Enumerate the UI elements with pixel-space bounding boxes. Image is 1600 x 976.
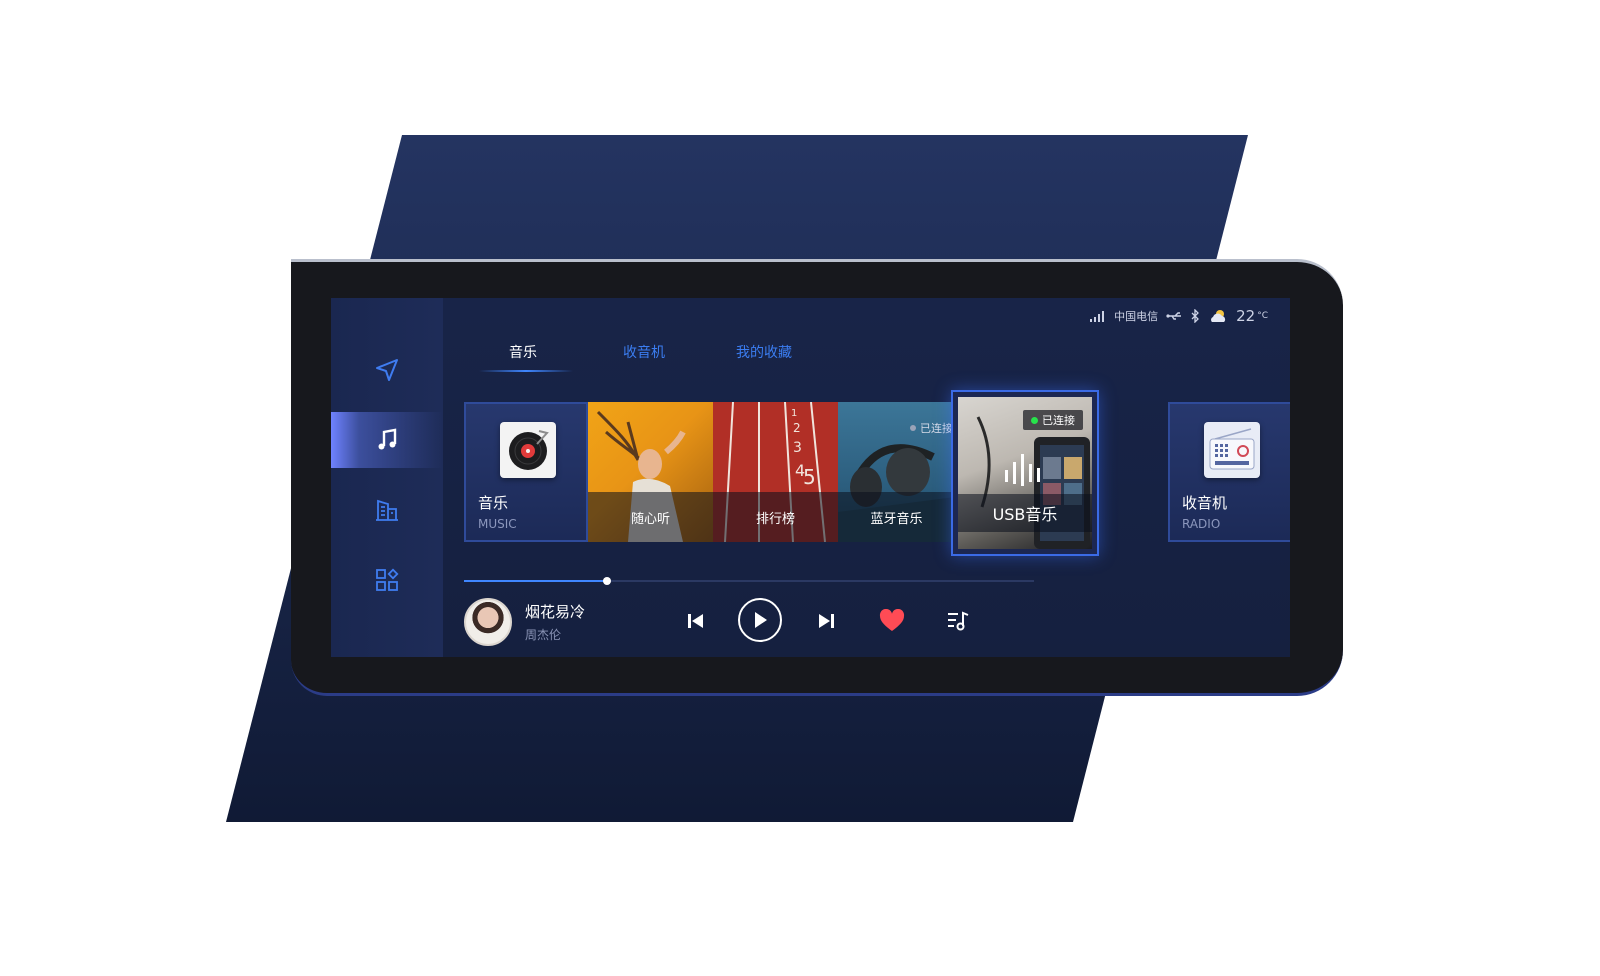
usb-connected-badge: 已连接 xyxy=(1023,410,1083,430)
heart-icon xyxy=(879,609,905,631)
usb-music-card[interactable]: 已连接 USB音乐 xyxy=(951,390,1099,556)
active-tab-indicator xyxy=(479,370,573,372)
music-card-title: 音乐 xyxy=(478,494,509,512)
temperature-value: 22 xyxy=(1236,307,1256,325)
radio-card-title: 收音机 xyxy=(1182,494,1228,512)
artist-name: 周杰伦 xyxy=(525,628,562,642)
usb-music-label: USB音乐 xyxy=(958,494,1092,532)
music-card-subtitle: MUSIC xyxy=(478,517,517,531)
apps-icon xyxy=(376,568,399,591)
usb-icon xyxy=(1166,312,1182,320)
radio-card[interactable]: 收音机 RADIO xyxy=(1168,402,1290,542)
audio-bars-icon xyxy=(1005,454,1040,486)
navigation-icon xyxy=(376,359,398,381)
status-dot-icon xyxy=(1031,416,1038,424)
playback-progress-bar[interactable] xyxy=(464,577,1034,585)
previous-track-button[interactable] xyxy=(683,608,709,634)
sidebar xyxy=(331,298,443,657)
favorite-button[interactable] xyxy=(878,607,906,635)
chart-card[interactable]: 1 2 3 4 5 排行榜 xyxy=(713,402,838,542)
signal-icon xyxy=(1090,311,1105,322)
music-card[interactable]: 音乐 MUSIC xyxy=(464,402,588,542)
previous-track-icon xyxy=(688,614,703,628)
bluetooth-icon xyxy=(1191,309,1200,323)
status-dot-icon xyxy=(910,425,916,431)
artist-avatar[interactable] xyxy=(464,598,512,646)
vinyl-record-icon xyxy=(500,422,556,478)
sidebar-item-navigation[interactable] xyxy=(331,342,443,398)
play-icon xyxy=(755,612,767,628)
music-note-icon xyxy=(378,428,397,450)
next-track-button[interactable] xyxy=(813,608,839,634)
svg-text:3: 3 xyxy=(793,440,802,456)
tab-music[interactable]: 音乐 xyxy=(509,342,537,362)
playlist-button[interactable] xyxy=(944,608,972,634)
tab-radio[interactable]: 收音机 xyxy=(623,342,665,362)
tab-favorites[interactable]: 我的收藏 xyxy=(736,342,792,362)
temperature-unit: °C xyxy=(1257,311,1268,321)
playlist-icon xyxy=(948,611,969,631)
bluetooth-connected-badge: 已连接 xyxy=(910,420,953,436)
sidebar-item-buildings[interactable] xyxy=(331,482,443,538)
building-icon xyxy=(376,499,398,521)
bluetooth-badge-text: 已连接 xyxy=(920,422,953,435)
radio-card-subtitle: RADIO xyxy=(1182,517,1221,531)
song-title: 烟花易冷 xyxy=(525,603,586,621)
radio-icon xyxy=(1204,422,1260,478)
next-track-icon xyxy=(819,614,834,628)
svg-text:2: 2 xyxy=(793,421,801,435)
random-listen-label: 随心听 xyxy=(588,492,713,542)
bluetooth-music-card[interactable]: 已连接 蓝牙音乐 xyxy=(838,402,955,542)
play-button[interactable] xyxy=(738,598,782,642)
status-bar: 中国电信 22 °C xyxy=(1090,306,1268,326)
carrier-name: 中国电信 xyxy=(1114,310,1159,323)
weather-cloud-icon xyxy=(1211,310,1226,322)
bluetooth-music-label: 蓝牙音乐 xyxy=(838,492,955,542)
progress-knob[interactable] xyxy=(602,577,611,585)
infotainment-screen: 中国电信 22 °C 音乐 收音机 我的收藏 音乐 MUSIC 随心听 1 2 … xyxy=(331,298,1290,657)
svg-text:1: 1 xyxy=(791,408,797,419)
sidebar-item-music[interactable] xyxy=(331,412,443,468)
usb-badge-text: 已连接 xyxy=(1042,414,1075,427)
random-listen-card[interactable]: 随心听 xyxy=(588,402,713,542)
sidebar-item-apps[interactable] xyxy=(331,552,443,608)
chart-label: 排行榜 xyxy=(713,492,838,542)
svg-text:5: 5 xyxy=(803,465,816,489)
progress-fill xyxy=(464,580,607,582)
